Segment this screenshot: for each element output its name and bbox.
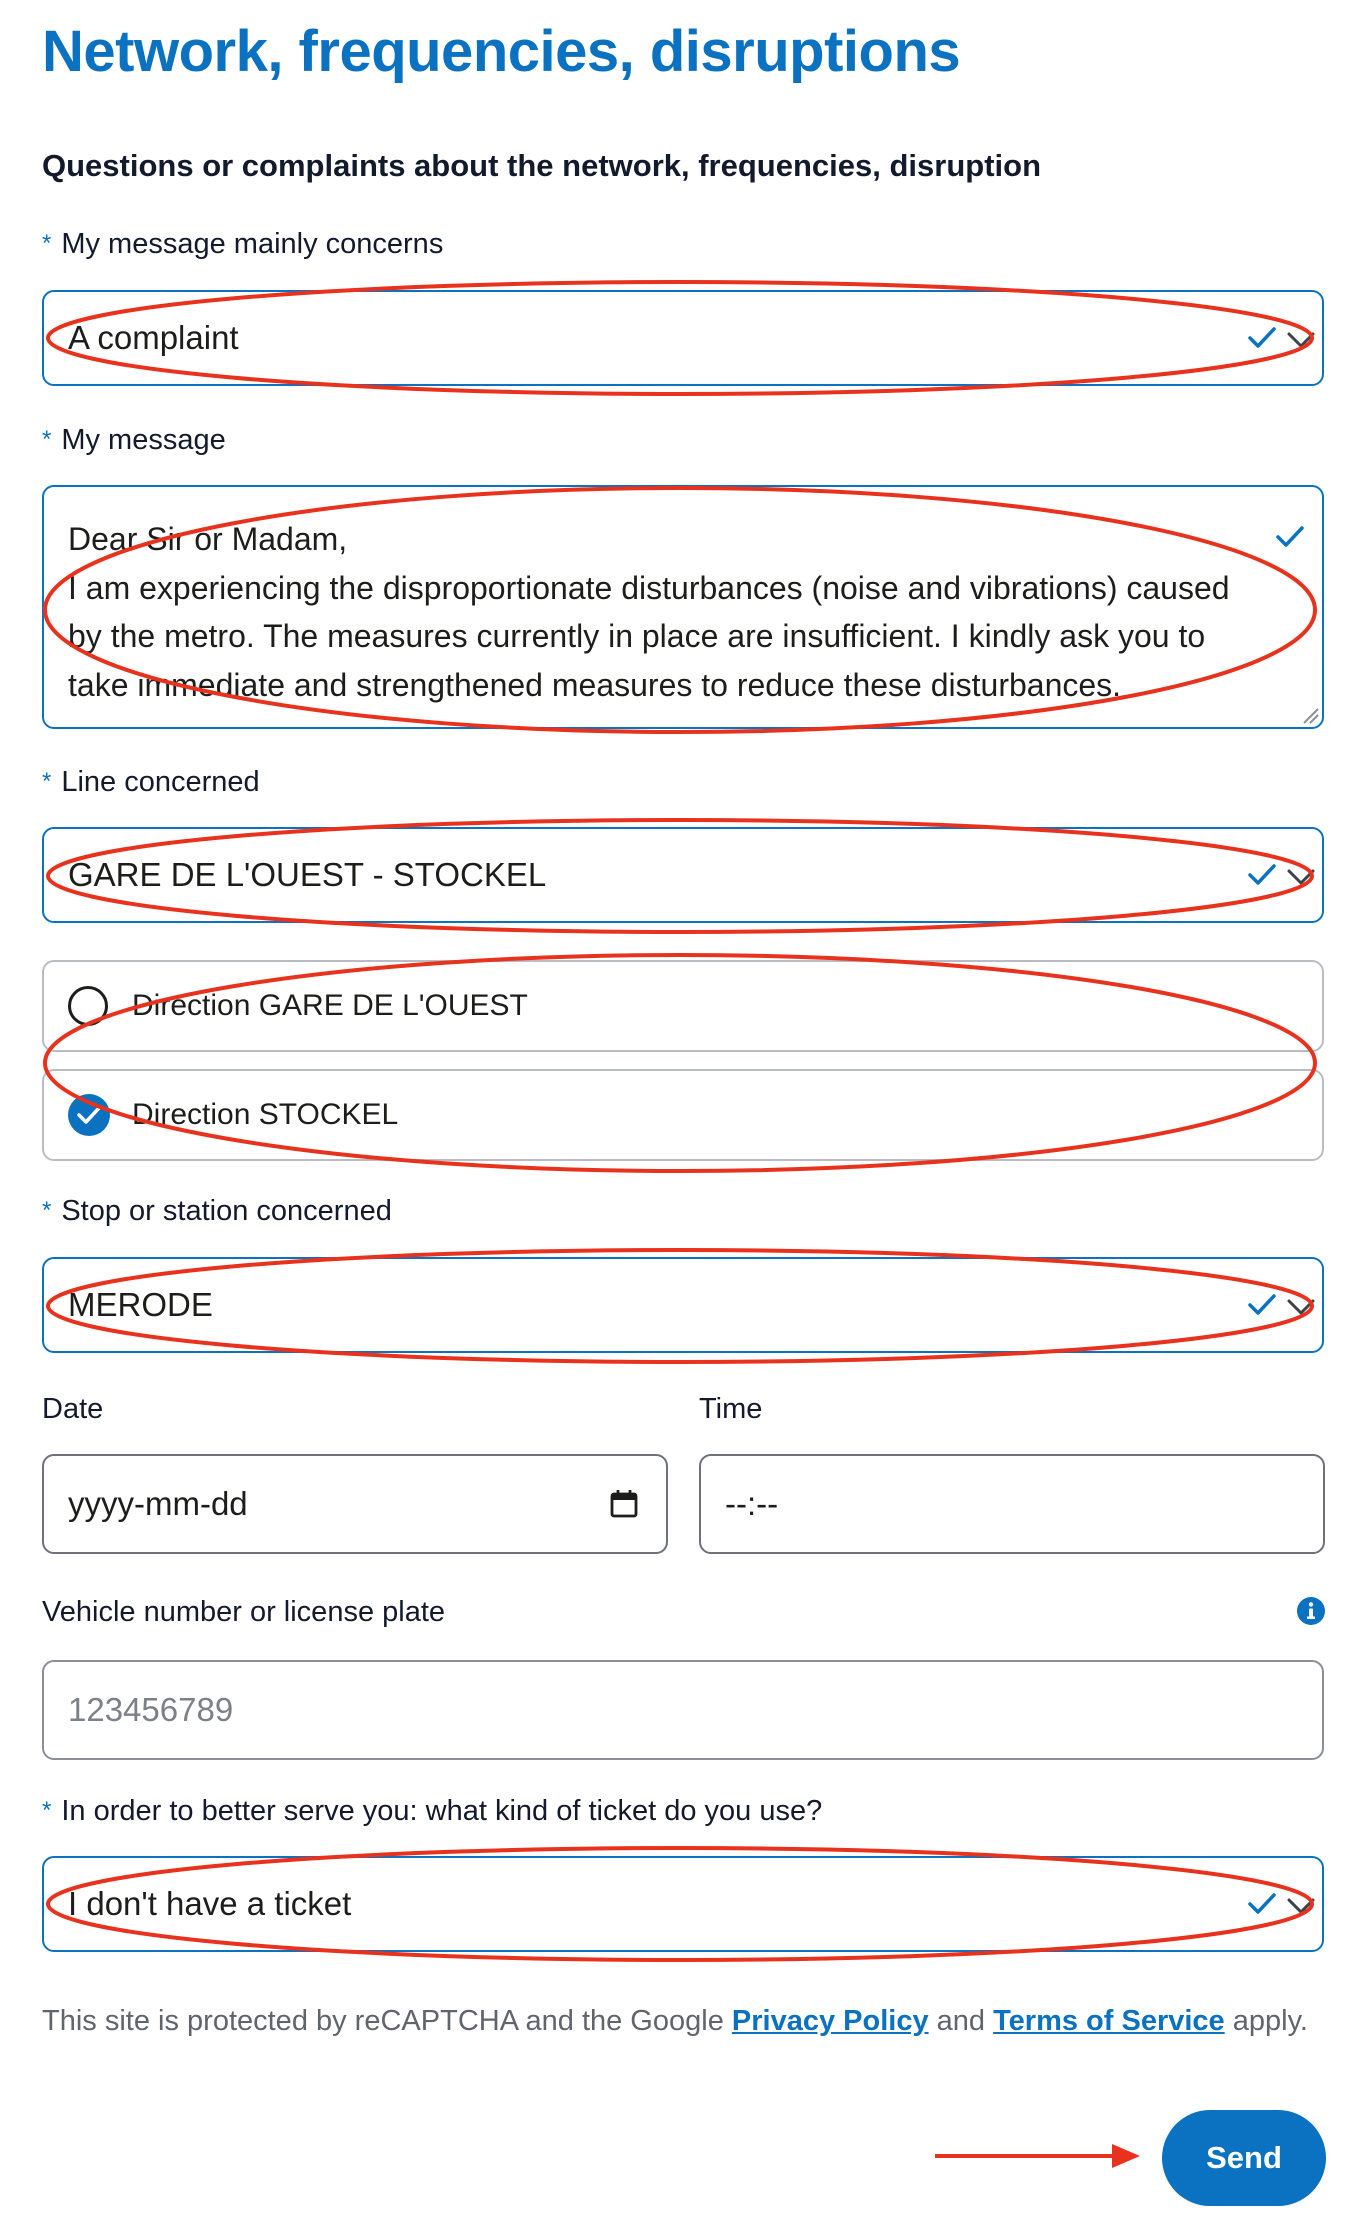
line-label: * Line concerned: [42, 766, 260, 798]
required-marker: *: [42, 1197, 52, 1224]
direction-radio-stockel[interactable]: Direction STOCKEL: [42, 1069, 1324, 1161]
check-icon: [1248, 327, 1276, 348]
chevron-down-icon: [1287, 1898, 1315, 1914]
message-textarea-text: Dear Sir or Madam, I am experiencing the…: [68, 521, 1230, 703]
radio-checked-icon: [68, 1094, 110, 1136]
stop-select[interactable]: MERODE: [42, 1257, 1324, 1353]
line-select[interactable]: GARE DE L'OUEST - STOCKEL: [42, 827, 1324, 923]
terms-of-service-link[interactable]: Terms of Service: [993, 2005, 1225, 2037]
required-marker: *: [42, 1797, 52, 1824]
section-title: Questions or complaints about the networ…: [42, 148, 1042, 183]
vehicle-input[interactable]: 123456789: [42, 1660, 1324, 1760]
direction-label: Direction STOCKEL: [132, 1098, 399, 1131]
check-icon: [1276, 526, 1304, 547]
date-input[interactable]: yyyy-mm-dd: [42, 1454, 668, 1554]
line-select-value: GARE DE L'OUEST - STOCKEL: [68, 856, 547, 893]
concerns-label: * My message mainly concerns: [42, 228, 444, 260]
message-label: * My message: [42, 424, 226, 456]
check-icon: [1248, 1294, 1276, 1315]
message-textarea[interactable]: Dear Sir or Madam, I am experiencing the…: [42, 485, 1324, 729]
recaptcha-notice: This site is protected by reCAPTCHA and …: [42, 2005, 1308, 2037]
required-marker: *: [42, 230, 52, 257]
concerns-select-value: A complaint: [68, 319, 239, 356]
stop-select-value: MERODE: [68, 1286, 213, 1323]
resize-handle-icon[interactable]: [1300, 705, 1320, 725]
time-input-placeholder: --:--: [725, 1485, 779, 1522]
check-icon: [1248, 864, 1276, 885]
direction-radio-gare-de-louest[interactable]: Direction GARE DE L'OUEST: [42, 960, 1324, 1052]
vehicle-label: Vehicle number or license plate: [42, 1596, 446, 1628]
required-marker: *: [42, 768, 52, 795]
time-label: Time: [699, 1393, 763, 1425]
radio-unchecked-icon: [68, 986, 108, 1026]
direction-label: Direction GARE DE L'OUEST: [132, 989, 528, 1022]
concerns-select[interactable]: A complaint: [42, 290, 1324, 386]
check-icon: [1248, 1893, 1276, 1914]
page-title: Network, frequencies, disruptions: [42, 19, 961, 84]
calendar-icon[interactable]: [608, 1488, 640, 1520]
info-icon[interactable]: [1296, 1596, 1326, 1626]
time-input[interactable]: --:--: [699, 1454, 1325, 1554]
ticket-select-value: I don't have a ticket: [68, 1885, 352, 1922]
chevron-down-icon: [1287, 332, 1315, 348]
ticket-label: * In order to better serve you: what kind…: [42, 1795, 823, 1827]
date-input-placeholder: yyyy-mm-dd: [68, 1485, 248, 1522]
date-label: Date: [42, 1393, 104, 1425]
vehicle-input-placeholder: 123456789: [68, 1691, 234, 1728]
chevron-down-icon: [1287, 1299, 1315, 1315]
required-marker: *: [42, 426, 52, 453]
privacy-policy-link[interactable]: Privacy Policy: [732, 2005, 929, 2037]
ticket-select[interactable]: I don't have a ticket: [42, 1856, 1324, 1952]
arrow-right-icon: [935, 2144, 1140, 2168]
chevron-down-icon: [1287, 869, 1315, 885]
stop-label: * Stop or station concerned: [42, 1195, 392, 1227]
send-button[interactable]: Send: [1162, 2110, 1326, 2206]
